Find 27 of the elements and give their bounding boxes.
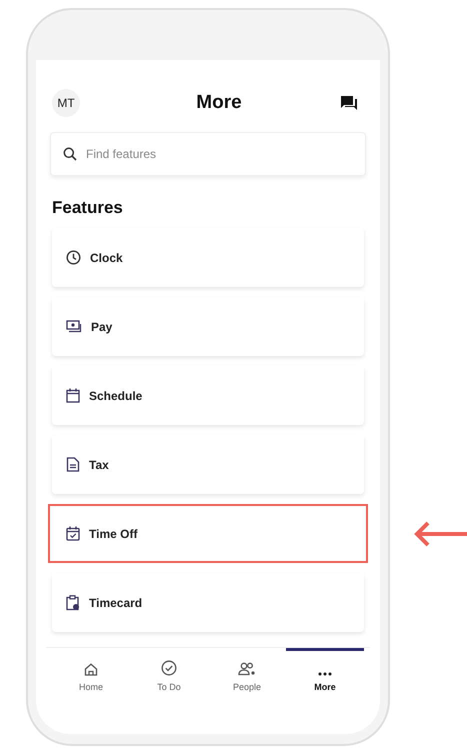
tab-bar-item[interactable]: People [208,648,286,698]
screen-title: More [196,92,242,114]
check-circle-icon [161,660,177,676]
clock-icon [66,250,81,265]
avatar[interactable]: MT [52,89,80,117]
money-icon [66,320,82,333]
search-icon [63,147,77,161]
feature-item[interactable]: Clock [52,228,364,287]
feature-item[interactable]: Timecard [52,573,364,632]
calendar-check-icon [66,526,80,541]
calendar-icon [66,388,80,403]
pointer-arrow [414,521,467,547]
document-icon [66,457,80,472]
feature-item[interactable]: Tax [52,435,364,494]
people-icon [238,662,256,676]
chat-icon[interactable] [340,95,358,111]
search-field[interactable]: Find features [50,132,366,176]
tab-bar-item[interactable]: To Do [130,648,208,698]
feature-item[interactable]: Schedule [52,366,364,425]
feature-item[interactable]: Pay [52,297,364,356]
home-icon [84,663,98,676]
section-title: Features [52,198,124,218]
clipboard-clock-icon [66,594,80,610]
more-icon [318,672,332,676]
tab-bar-item[interactable]: Home [52,648,130,698]
tab-bar-item[interactable]: More [286,648,364,698]
search-input[interactable]: Find features [84,146,365,162]
